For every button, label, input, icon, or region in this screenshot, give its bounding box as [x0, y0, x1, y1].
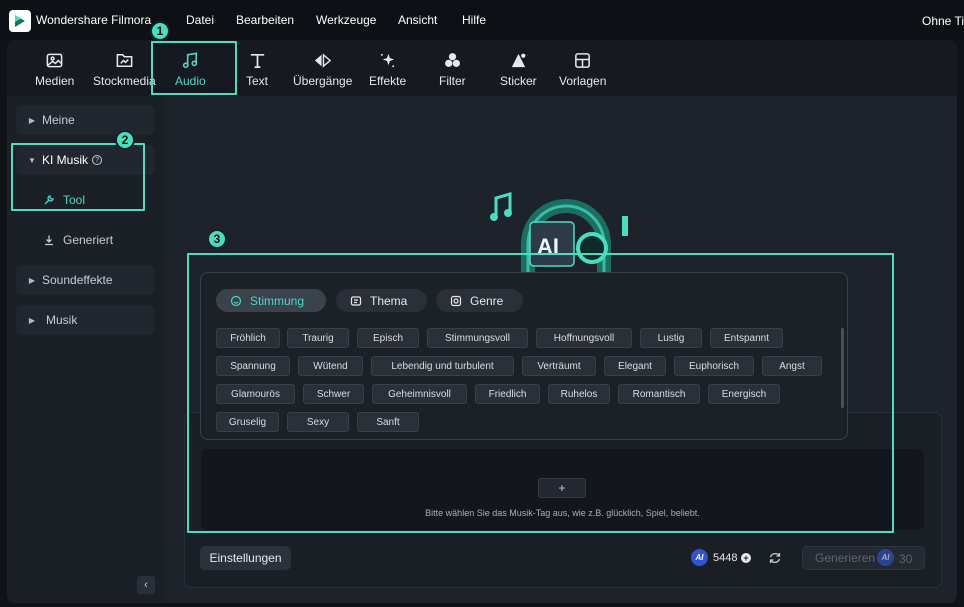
- caret-right-icon: ▶: [28, 115, 36, 125]
- ai-cost-icon: AI: [877, 549, 894, 566]
- templates-icon: [573, 50, 593, 70]
- text-icon: [247, 50, 267, 70]
- sidebar-item-label: Meine: [42, 113, 75, 127]
- annotation-badge-2: 2: [115, 130, 135, 150]
- tool-label: Effekte: [369, 74, 407, 88]
- tool-medien[interactable]: Medien: [35, 50, 74, 88]
- sidebar-item-label: Soundeffekte: [42, 273, 113, 287]
- settings-button[interactable]: Einstellungen: [200, 546, 291, 570]
- effects-icon: [378, 50, 398, 70]
- generate-label: Generieren: [815, 551, 876, 565]
- menu-bearbeiten[interactable]: Bearbeiten: [236, 13, 294, 27]
- download-icon: [45, 235, 53, 246]
- stockmedia-icon: [114, 50, 134, 70]
- generate-cost: 30: [899, 552, 913, 566]
- filmora-logo-icon: [9, 10, 31, 32]
- tool-uebergaenge[interactable]: Übergänge: [293, 50, 352, 88]
- annotation-badge-3: 3: [207, 229, 227, 249]
- tool-stockmedia[interactable]: Stockmedia: [93, 50, 156, 88]
- menu-hilfe[interactable]: Hilfe: [462, 13, 486, 27]
- sidebar-item-label: Musik: [46, 313, 78, 327]
- ai-credits-icon: AI: [691, 549, 708, 566]
- project-title: Ohne Tit: [922, 14, 964, 28]
- credits-count: 5448: [713, 552, 738, 564]
- tool-label: Übergänge: [293, 74, 353, 88]
- caret-right-icon: ▶: [28, 315, 36, 325]
- media-toolbar: Medien Stockmedia Audio Text Übergänge E…: [7, 40, 957, 96]
- tool-filter[interactable]: Filter: [439, 50, 466, 88]
- sidebar-item-generiert[interactable]: Generiert: [43, 233, 113, 247]
- sticker-icon: [508, 50, 528, 70]
- annotation-badge-1: 1: [150, 21, 170, 41]
- sidebar-item-meine[interactable]: ▶ Meine: [16, 105, 154, 135]
- media-icon: [45, 50, 65, 70]
- refresh-icon[interactable]: [768, 551, 782, 565]
- tool-label: Medien: [35, 74, 75, 88]
- tool-label: Vorlagen: [559, 74, 607, 88]
- collapse-sidebar-icon[interactable]: ‹: [137, 576, 155, 594]
- caret-right-icon: ▶: [28, 275, 36, 285]
- highlight-ki-musik: [11, 143, 145, 211]
- highlight-audio-tab: [151, 41, 237, 95]
- tool-label: Text: [246, 74, 269, 88]
- title-bar: Wondershare Filmora Datei Bearbeiten Wer…: [0, 0, 964, 40]
- app-title: Wondershare Filmora: [36, 13, 152, 27]
- transition-icon: [313, 50, 333, 70]
- tool-label: Stockmedia: [93, 74, 156, 88]
- menu-ansicht[interactable]: Ansicht: [398, 13, 437, 27]
- tool-vorlagen[interactable]: Vorlagen: [559, 50, 606, 88]
- sidebar-item-soundeffekte[interactable]: ▶ Soundeffekte: [16, 265, 154, 295]
- tool-label: Filter: [439, 74, 466, 88]
- menu-werkzeuge[interactable]: Werkzeuge: [316, 13, 376, 27]
- menu-datei[interactable]: Datei: [186, 13, 214, 27]
- sidebar-item-label: Generiert: [63, 233, 114, 247]
- tool-effekte[interactable]: Effekte: [369, 50, 406, 88]
- filter-icon: [442, 50, 462, 70]
- sidebar-item-musik[interactable]: ▶ Musik: [16, 305, 154, 335]
- tool-text[interactable]: Text: [246, 50, 268, 88]
- add-credits-icon[interactable]: +: [741, 553, 751, 563]
- tool-sticker[interactable]: Sticker: [500, 50, 537, 88]
- highlight-tag-picker: [187, 253, 894, 533]
- tool-label: Sticker: [500, 74, 537, 88]
